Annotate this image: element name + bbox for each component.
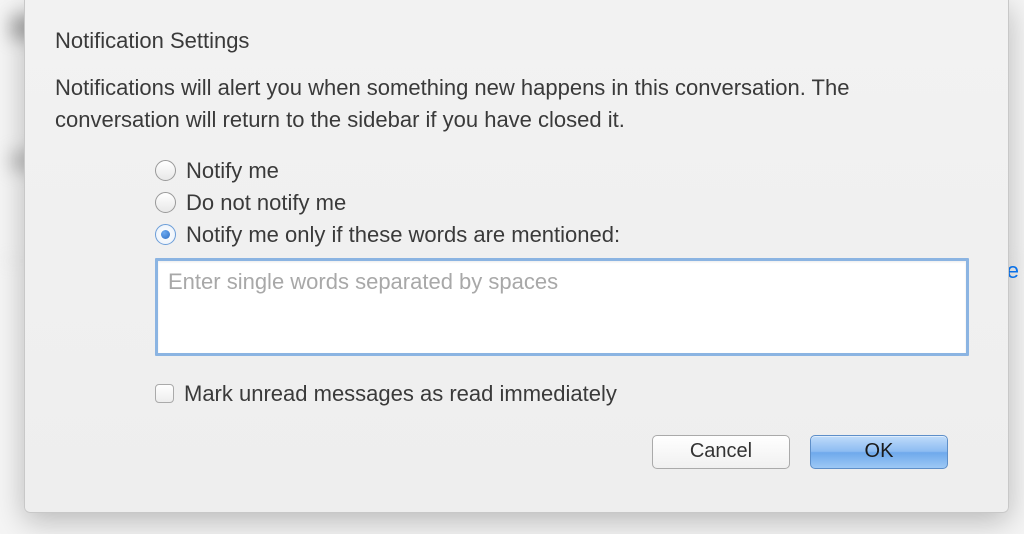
- notify-radio-group: Notify me Do not notify me Notify me onl…: [155, 158, 978, 248]
- radio-dot-icon: [161, 230, 170, 239]
- radio-do-not-notify[interactable]: Do not notify me: [155, 190, 978, 216]
- notification-settings-dialog: Notification Settings Notifications will…: [24, 0, 1009, 513]
- mark-read-checkbox-row[interactable]: Mark unread messages as read immediately: [155, 381, 978, 407]
- dialog-button-row: Cancel OK: [55, 435, 978, 469]
- radio-label: Do not notify me: [186, 190, 346, 216]
- checkbox-icon: [155, 384, 174, 403]
- radio-notify-me[interactable]: Notify me: [155, 158, 978, 184]
- dialog-description: Notifications will alert you when someth…: [55, 72, 978, 136]
- radio-icon: [155, 192, 176, 213]
- radio-label: Notify me: [186, 158, 279, 184]
- radio-icon: [155, 160, 176, 181]
- radio-notify-if-words[interactable]: Notify me only if these words are mentio…: [155, 222, 978, 248]
- checkbox-label: Mark unread messages as read immediately: [184, 381, 617, 407]
- keywords-input[interactable]: [155, 258, 969, 356]
- radio-icon-selected: [155, 224, 176, 245]
- dialog-title: Notification Settings: [55, 28, 978, 54]
- radio-label: Notify me only if these words are mentio…: [186, 222, 620, 248]
- cancel-button[interactable]: Cancel: [652, 435, 790, 469]
- ok-button[interactable]: OK: [810, 435, 948, 469]
